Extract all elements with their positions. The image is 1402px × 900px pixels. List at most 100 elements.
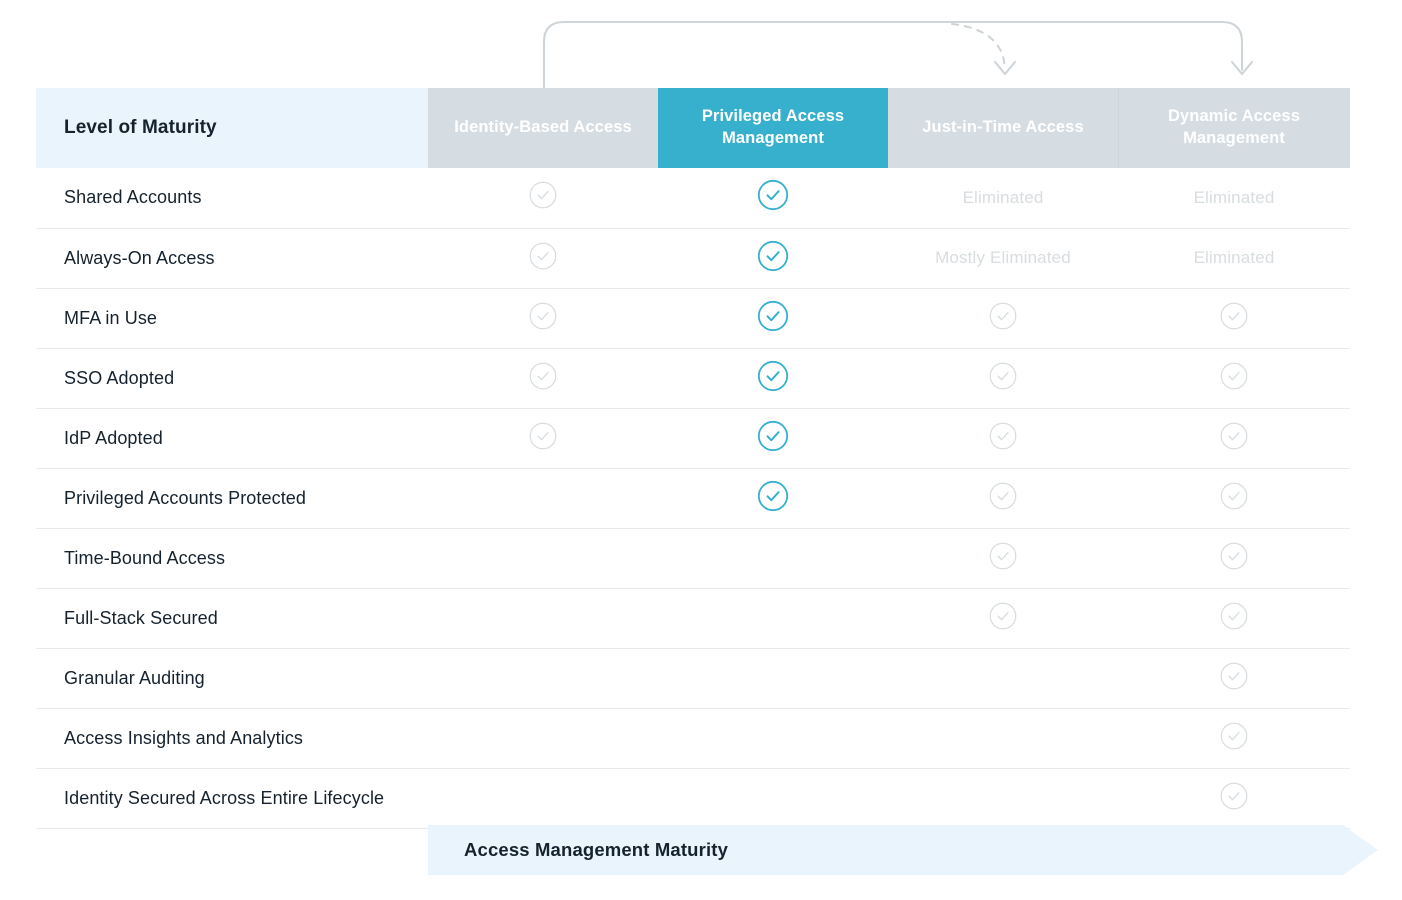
check-circle-ring <box>1220 482 1248 509</box>
check-wrapper <box>757 420 789 452</box>
check-mark-glyph <box>997 611 1009 620</box>
check-wrapper <box>989 302 1017 330</box>
table-row: SSO Adopted <box>36 348 1350 409</box>
check-circle-ring <box>529 422 557 449</box>
check-wrapper <box>529 302 557 330</box>
check-wrapper <box>757 360 789 392</box>
cell-empty <box>428 528 658 589</box>
row-label: Always-On Access <box>36 228 428 289</box>
column-header-privileged-access-management[interactable]: Privileged Access Management <box>658 88 888 168</box>
check-mark-glyph <box>1228 311 1240 320</box>
row-label: Full-Stack Secured <box>36 588 428 649</box>
status-label: Eliminated <box>1193 187 1275 207</box>
check-circle-icon-faded <box>1220 482 1248 509</box>
check-mark-glyph <box>1228 491 1240 500</box>
maturity-matrix: Level of Maturity Identity-Based Access … <box>36 88 1350 829</box>
cell-check <box>1118 288 1350 349</box>
cell-empty <box>658 528 888 589</box>
check-wrapper <box>757 480 789 512</box>
check-circle-ring <box>757 480 789 511</box>
check-circle-icon-faded <box>989 542 1017 569</box>
check-circle-ring <box>989 302 1017 329</box>
check-circle-ring <box>529 302 557 329</box>
cell-empty <box>658 648 888 709</box>
check-circle-icon-faded <box>529 302 557 329</box>
row-label: SSO Adopted <box>36 348 428 409</box>
check-mark-glyph <box>537 251 549 260</box>
check-mark-glyph <box>1228 791 1240 800</box>
column-header-just-in-time-access[interactable]: Just-in-Time Access <box>888 88 1118 168</box>
cell-empty <box>428 648 658 709</box>
check-mark-glyph <box>766 430 780 441</box>
cell-check <box>658 408 888 469</box>
check-wrapper <box>1220 302 1248 330</box>
cell-check <box>1118 708 1350 769</box>
check-wrapper <box>989 482 1017 510</box>
row-label: IdP Adopted <box>36 408 428 469</box>
cell-check <box>888 348 1118 409</box>
check-circle-icon-faded <box>989 602 1017 629</box>
check-wrapper <box>1220 362 1248 390</box>
column-header-dynamic-access-management[interactable]: Dynamic Access Management <box>1118 88 1350 168</box>
check-circle-icon-active <box>757 360 789 391</box>
cell-check <box>1118 648 1350 709</box>
page-title: Level of Maturity <box>36 88 428 168</box>
check-circle-ring <box>757 360 789 391</box>
row-label: Shared Accounts <box>36 168 428 229</box>
check-circle-icon-faded <box>1220 662 1248 689</box>
cell-empty <box>888 648 1118 709</box>
check-mark-glyph <box>1228 431 1240 440</box>
check-mark-glyph <box>537 431 549 440</box>
status-label: Mostly Eliminated <box>935 248 1071 267</box>
row-label: MFA in Use <box>36 288 428 349</box>
check-circle-ring <box>1220 662 1248 689</box>
check-circle-ring <box>1220 362 1248 389</box>
cell-check <box>1118 588 1350 649</box>
check-circle-icon-faded <box>1220 362 1248 389</box>
column-header-identity-based-access[interactable]: Identity-Based Access <box>428 88 658 168</box>
cell-empty <box>428 768 658 829</box>
cell-status-text: Eliminated <box>888 168 1118 229</box>
check-circle-ring <box>757 240 789 271</box>
cell-check <box>888 288 1118 349</box>
check-mark-glyph <box>997 371 1009 380</box>
cell-check <box>428 228 658 289</box>
cell-empty <box>888 768 1118 829</box>
table-row: MFA in Use <box>36 288 1350 349</box>
cell-status-text: Eliminated <box>1118 168 1350 229</box>
cell-check <box>1118 408 1350 469</box>
maturity-banner: Access Management Maturity <box>428 825 1378 875</box>
check-circle-icon-active <box>757 420 789 451</box>
cell-empty <box>658 768 888 829</box>
cell-check <box>428 288 658 349</box>
check-wrapper <box>989 602 1017 630</box>
check-circle-ring <box>1220 602 1248 629</box>
check-mark-glyph <box>537 371 549 380</box>
row-label: Access Insights and Analytics <box>36 708 428 769</box>
check-circle-icon-faded <box>989 482 1017 509</box>
row-label: Identity Secured Across Entire Lifecycle <box>36 768 428 829</box>
check-circle-ring <box>529 362 557 389</box>
check-mark-glyph <box>766 490 780 501</box>
check-circle-icon-faded <box>989 302 1017 329</box>
check-wrapper <box>529 242 557 270</box>
cell-check <box>888 408 1118 469</box>
check-wrapper <box>989 542 1017 570</box>
check-mark-glyph <box>1228 551 1240 560</box>
progression-arrow-path <box>542 20 1244 90</box>
check-circle-icon-faded <box>1220 602 1248 629</box>
check-circle-ring <box>989 542 1017 569</box>
check-circle-ring <box>1220 722 1248 749</box>
cell-check <box>428 348 658 409</box>
check-wrapper <box>1220 722 1248 750</box>
table-row: Access Insights and Analytics <box>36 708 1350 769</box>
check-circle-icon-active <box>757 240 789 271</box>
check-circle-icon-faded <box>1220 422 1248 449</box>
branch-arrowhead <box>993 60 1017 76</box>
cell-empty <box>658 588 888 649</box>
cell-check <box>888 528 1118 589</box>
table-row: Time-Bound Access <box>36 528 1350 589</box>
cell-check <box>658 168 888 229</box>
status-label: Eliminated <box>962 187 1044 207</box>
check-mark-glyph <box>997 431 1009 440</box>
